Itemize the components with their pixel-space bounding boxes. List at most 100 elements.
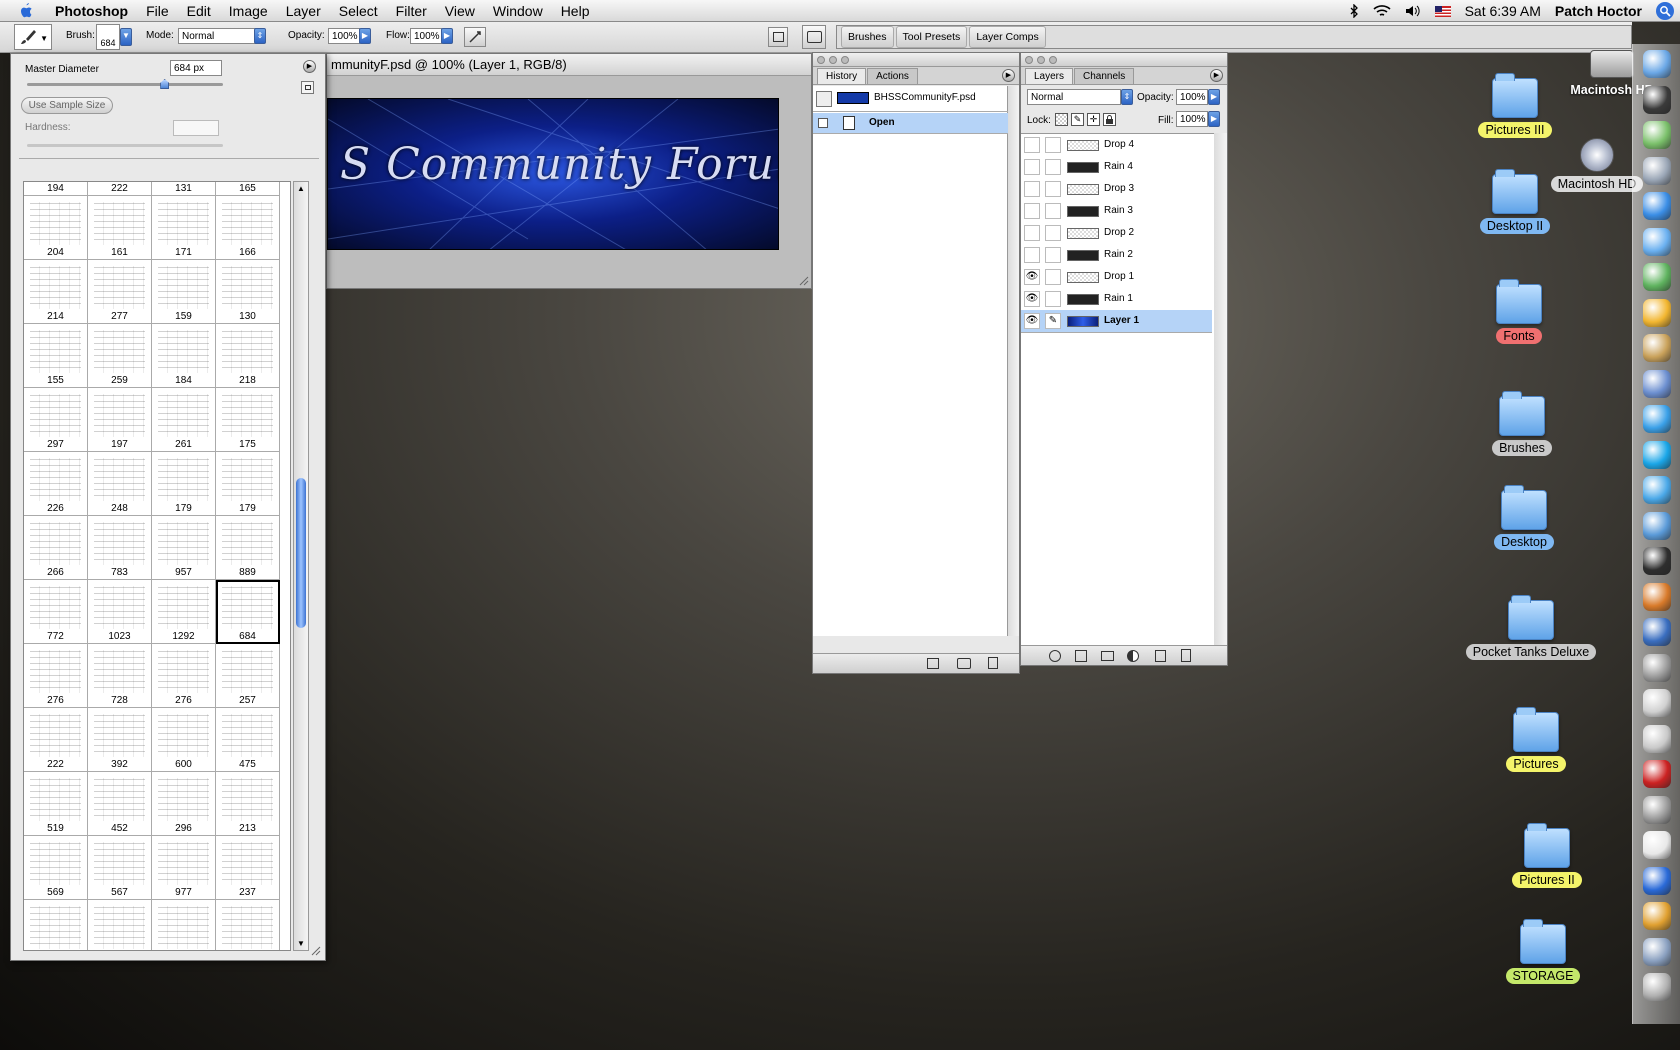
brush-preset-cell[interactable]: 297	[24, 388, 88, 452]
brush-preset-cell[interactable]: 197	[88, 388, 152, 452]
menu-help[interactable]: Help	[552, 0, 599, 22]
brush-preset-cell[interactable]: 266	[24, 516, 88, 580]
layer-link-cell[interactable]	[1045, 247, 1061, 263]
brush-picker-menu-button[interactable]: ▶	[303, 60, 316, 73]
brush-preset-cell[interactable]: 179	[152, 452, 216, 516]
brush-preset-cell[interactable]: 166	[216, 196, 280, 260]
brush-picker-arrow[interactable]: ▼	[120, 28, 132, 46]
layers-menu-button[interactable]: ▶	[1210, 69, 1223, 82]
brush-preset-cell[interactable]: 213	[216, 772, 280, 836]
layer-row[interactable]: 👁 Drop 1	[1021, 266, 1212, 289]
opacity-arrow[interactable]: ▶	[359, 28, 371, 44]
hardness-slider[interactable]	[27, 144, 223, 147]
transmit-icon[interactable]	[1643, 334, 1671, 362]
layer-link-cell[interactable]	[1045, 203, 1061, 219]
master-diameter-slider[interactable]	[27, 79, 223, 89]
opacity-input[interactable]: 100%	[328, 28, 360, 44]
menu-select[interactable]: Select	[330, 0, 387, 22]
menu-window[interactable]: Window	[484, 0, 552, 22]
brush-preset-cell[interactable]: 977	[152, 836, 216, 900]
layer-visibility-eye-icon[interactable]: 👁	[1024, 291, 1040, 307]
brush-preset-cell[interactable]	[24, 900, 88, 950]
slider-thumb[interactable]	[160, 79, 170, 89]
tool-preset-picker[interactable]: ▼	[14, 24, 52, 50]
layer-row[interactable]: 👁 Rain 1	[1021, 288, 1212, 311]
ichat-av-icon[interactable]	[1643, 405, 1671, 433]
brush-preset-cell[interactable]: 194	[24, 182, 88, 196]
master-diameter-input[interactable]: 684 px	[170, 60, 222, 76]
brush-preset-cell[interactable]: 569	[24, 836, 88, 900]
desktop-icon-pictures-iii[interactable]: Pictures III	[1450, 73, 1580, 138]
layer-visibility-eye-icon[interactable]	[1024, 137, 1040, 153]
snapshot-camera-icon[interactable]	[957, 658, 971, 669]
close-icon[interactable]	[1025, 56, 1033, 64]
layer-visibility-eye-icon[interactable]	[1024, 203, 1040, 219]
ichat-icon[interactable]	[1643, 227, 1671, 256]
mode-select-arrow[interactable]: ⇕	[254, 28, 266, 44]
menu-image[interactable]: Image	[220, 0, 277, 22]
layers-title-bar[interactable]	[1021, 53, 1227, 67]
history-snapshot[interactable]: BHSSCommunityF.psd	[813, 86, 1008, 112]
use-sample-size-button[interactable]: Use Sample Size	[21, 97, 113, 114]
airbrush-toggle[interactable]	[464, 27, 486, 47]
brush-preset-cell[interactable]: 155	[24, 324, 88, 388]
layer-link-cell[interactable]	[1045, 269, 1061, 285]
history-state-slider-icon[interactable]	[818, 118, 828, 128]
brush-preset-cell[interactable]: 783	[88, 516, 152, 580]
brush-grid-scrollbar[interactable]: ▲ ▼	[293, 181, 309, 951]
imovie-icon[interactable]	[1643, 618, 1671, 646]
brush-preset-cell[interactable]: 277	[88, 260, 152, 324]
brush-preset-cell[interactable]: 171	[152, 196, 216, 260]
dvd-player-icon[interactable]	[1643, 653, 1671, 682]
desktop-icon-pictures-ii[interactable]: Pictures II	[1482, 823, 1612, 888]
ical-icon[interactable]	[1643, 689, 1671, 717]
zoom-icon[interactable]	[1049, 56, 1057, 64]
layer-visibility-eye-icon[interactable]	[1024, 181, 1040, 197]
blend-mode-arrow[interactable]: ⇕	[1121, 89, 1133, 105]
brush-preset-cell[interactable]: 519	[24, 772, 88, 836]
layer-link-cell[interactable]	[1045, 181, 1061, 197]
layer-visibility-eye-icon[interactable]	[1024, 247, 1040, 263]
fill-input[interactable]: 100%	[1176, 111, 1208, 127]
layer-brush-icon[interactable]: ✎	[1045, 313, 1061, 329]
brush-preset-cell[interactable]: 889	[216, 516, 280, 580]
layer-row[interactable]: Rain 4	[1021, 156, 1212, 179]
layer-mask-icon[interactable]	[1075, 650, 1087, 662]
layer-link-cell[interactable]	[1045, 159, 1061, 175]
tab-channels[interactable]: Channels	[1074, 68, 1135, 84]
lock-all-icon[interactable]	[1103, 113, 1116, 126]
layer-row[interactable]: 👁 ✎ Layer 1	[1021, 310, 1212, 333]
resize-grip-icon[interactable]	[311, 946, 321, 956]
minimize-icon[interactable]	[1037, 56, 1045, 64]
volume-icon[interactable]	[1405, 4, 1421, 18]
brush-preset-cell[interactable]: 248	[88, 452, 152, 516]
iphoto-icon[interactable]	[1643, 582, 1671, 611]
desktop-icon-desktop-ii[interactable]: Desktop II	[1450, 169, 1580, 234]
layer-link-cell[interactable]	[1045, 225, 1061, 241]
mail-icon[interactable]	[1643, 937, 1671, 966]
lock-image-icon[interactable]: ✎	[1071, 113, 1084, 126]
layer-row[interactable]: Drop 3	[1021, 178, 1212, 201]
brush-preset-cell[interactable]: 261	[152, 388, 216, 452]
brush-preview[interactable]: 684	[96, 24, 120, 50]
us-flag-icon[interactable]	[1434, 5, 1451, 17]
brush-preset-cell[interactable]	[88, 900, 152, 950]
menubar-clock[interactable]: Sat 6:39 AM	[1465, 3, 1541, 19]
layer-row[interactable]: Rain 3	[1021, 200, 1212, 223]
brush-preset-cell[interactable]: 296	[152, 772, 216, 836]
layer-link-cell[interactable]	[1045, 291, 1061, 307]
menu-layer[interactable]: Layer	[277, 0, 330, 22]
minimize-icon[interactable]	[829, 56, 837, 64]
lock-position-icon[interactable]: ✛	[1087, 113, 1100, 126]
safari-icon[interactable]	[1643, 192, 1671, 220]
brush-preset-cell[interactable]: 772	[24, 580, 88, 644]
scroll-up-icon[interactable]: ▲	[297, 184, 305, 193]
brush-preset-cell[interactable]: 276	[24, 644, 88, 708]
brush-preset-cell[interactable]: 222	[88, 182, 152, 196]
brush-preset-cell[interactable]: 130	[216, 260, 280, 324]
brush-preset-cell[interactable]: 131	[152, 182, 216, 196]
preview-icon[interactable]	[1643, 369, 1671, 398]
canvas-banner[interactable]: S Community Forum	[327, 98, 779, 250]
layer-row[interactable]: Drop 2	[1021, 222, 1212, 245]
menu-app-name[interactable]: Photoshop	[46, 0, 137, 22]
